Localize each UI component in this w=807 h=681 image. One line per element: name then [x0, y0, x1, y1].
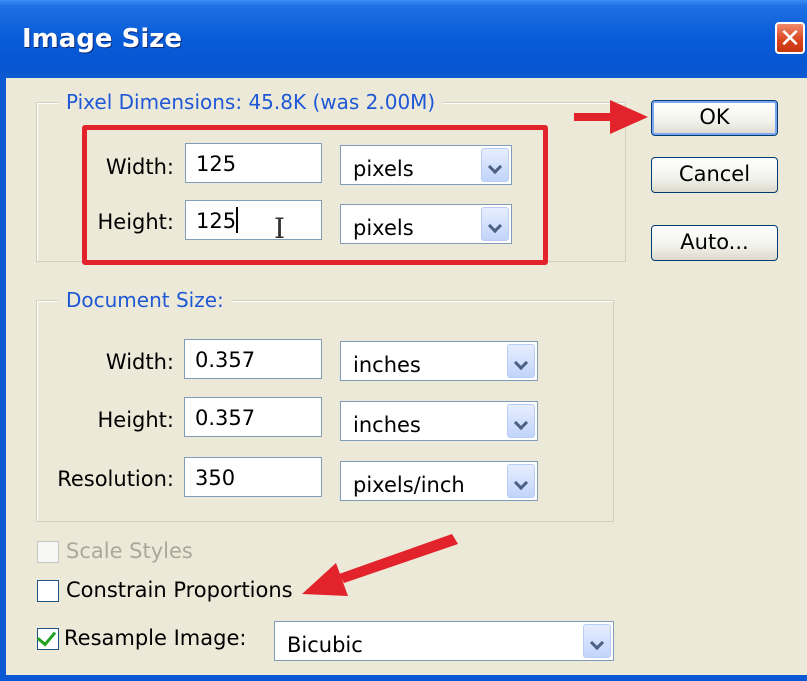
red-arrow-constrain-shaft: [339, 534, 458, 583]
scale-styles-label: Scale Styles: [66, 539, 193, 563]
constrain-proportions-label[interactable]: Constrain Proportions: [66, 578, 293, 602]
red-arrow-ok-head: [610, 100, 648, 134]
resolution-unit-value: pixels/inch: [353, 473, 465, 497]
doc-width-input[interactable]: 0.357: [184, 339, 322, 379]
resolution-unit-select[interactable]: pixels/inch: [340, 461, 538, 501]
doc-height-unit-value: inches: [353, 413, 421, 437]
chevron-down-icon[interactable]: [583, 624, 611, 658]
doc-width-unit-select[interactable]: inches: [340, 341, 538, 381]
chevron-down-icon[interactable]: [507, 404, 535, 438]
scale-styles-checkbox[interactable]: [37, 541, 59, 563]
red-arrow-ok: [574, 100, 648, 134]
doc-height-input[interactable]: 0.357: [184, 397, 322, 437]
red-arrow-ok-shaft: [574, 113, 614, 121]
resample-method-select[interactable]: Bicubic: [274, 621, 614, 661]
chevron-down-icon[interactable]: [507, 344, 535, 378]
doc-height-unit-select[interactable]: inches: [340, 401, 538, 441]
red-arrow-constrain-head: [302, 563, 348, 596]
red-arrow-constrain: [302, 534, 458, 596]
doc-width-label: Width:: [105, 350, 174, 374]
resample-image-checkbox[interactable]: [36, 626, 59, 650]
resample-image-label[interactable]: Resample Image:: [64, 626, 246, 650]
chevron-down-icon[interactable]: [507, 464, 535, 498]
document-size-legend: Document Size:: [58, 288, 232, 312]
constrain-proportions-checkbox[interactable]: [37, 580, 59, 602]
doc-width-unit-value: inches: [353, 353, 421, 377]
checkmark-icon: [36, 626, 57, 647]
doc-height-label: Height:: [97, 408, 175, 432]
resample-method-value: Bicubic: [287, 633, 363, 657]
resolution-input[interactable]: 350: [184, 457, 322, 497]
resolution-label: Resolution:: [57, 467, 174, 491]
